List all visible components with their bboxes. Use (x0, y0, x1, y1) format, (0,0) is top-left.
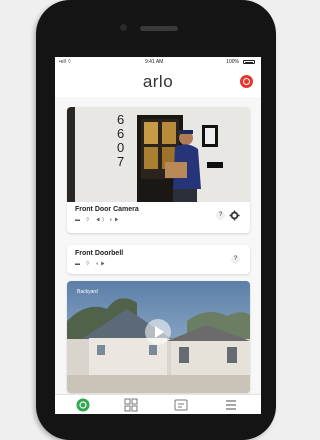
bottom-tab-bar (55, 394, 261, 414)
lantern-glass (205, 128, 215, 144)
patio (67, 375, 250, 393)
package-box (165, 162, 187, 178)
devices-icon[interactable] (75, 397, 91, 413)
device-card-backyard[interactable]: Backyard (67, 281, 250, 393)
wall-dark-edge (67, 107, 75, 202)
house-number-digit: 7 (117, 154, 124, 169)
delivery-person-legs (173, 189, 197, 202)
house-number-digit: 0 (117, 140, 124, 155)
mailbox (207, 162, 223, 168)
door-window-pane (144, 147, 158, 169)
door-window-pane (162, 122, 176, 144)
alert-icon[interactable] (240, 75, 253, 88)
house-window (227, 347, 237, 363)
house-number-digit: 6 (117, 112, 124, 127)
house-window (179, 347, 189, 363)
device-card-front-doorbell[interactable]: Front Doorbell ▬ ⌔ ◖▶ ? (67, 245, 250, 274)
info-button[interactable]: ? (231, 255, 240, 264)
house-number-plaque: 6 6 0 7 (117, 112, 124, 169)
info-button[interactable]: ? (216, 211, 225, 220)
front-door-camera-feed[interactable]: 6 6 0 7 (67, 107, 250, 202)
carrier-signal: •ııll ⌔ (59, 59, 72, 65)
house-number-digit: 6 (117, 126, 124, 141)
device-card-front-door-camera[interactable]: 6 6 0 7 Front Door Camera ▬ ⌔ ◀) ◖▶ ? (67, 107, 250, 233)
app-screen: •ııll ⌔ 9:41 AM 100% arlo 6 6 0 7 Front … (55, 57, 261, 414)
device-name: Front Door Camera (75, 206, 139, 213)
front-camera-dot (120, 24, 127, 31)
settings-icon[interactable] (223, 397, 239, 413)
library-icon[interactable] (123, 397, 139, 413)
arlo-logo: arlo (142, 72, 174, 91)
battery-icon (243, 60, 255, 64)
app-header: arlo (55, 67, 261, 97)
device-name: Front Doorbell (75, 250, 124, 257)
play-icon[interactable] (145, 319, 171, 345)
camera-feed-label: Backyard (77, 289, 98, 295)
gear-icon[interactable] (229, 210, 240, 221)
device-status-icons: ▬ ⌔ ◀) ◖▶ (75, 217, 121, 223)
house-window (149, 345, 157, 355)
house-window (97, 345, 105, 355)
door-window-pane (144, 122, 158, 144)
device-status-icons: ▬ ⌔ ◖▶ (75, 261, 108, 267)
delivery-person-cap (179, 130, 193, 134)
status-time: 9:41 AM (145, 59, 164, 65)
battery-percent: 100% (226, 59, 239, 65)
earpiece-speaker (140, 26, 178, 31)
modes-icon[interactable] (173, 397, 189, 413)
status-bar: •ııll ⌔ 9:41 AM 100% (55, 57, 261, 67)
